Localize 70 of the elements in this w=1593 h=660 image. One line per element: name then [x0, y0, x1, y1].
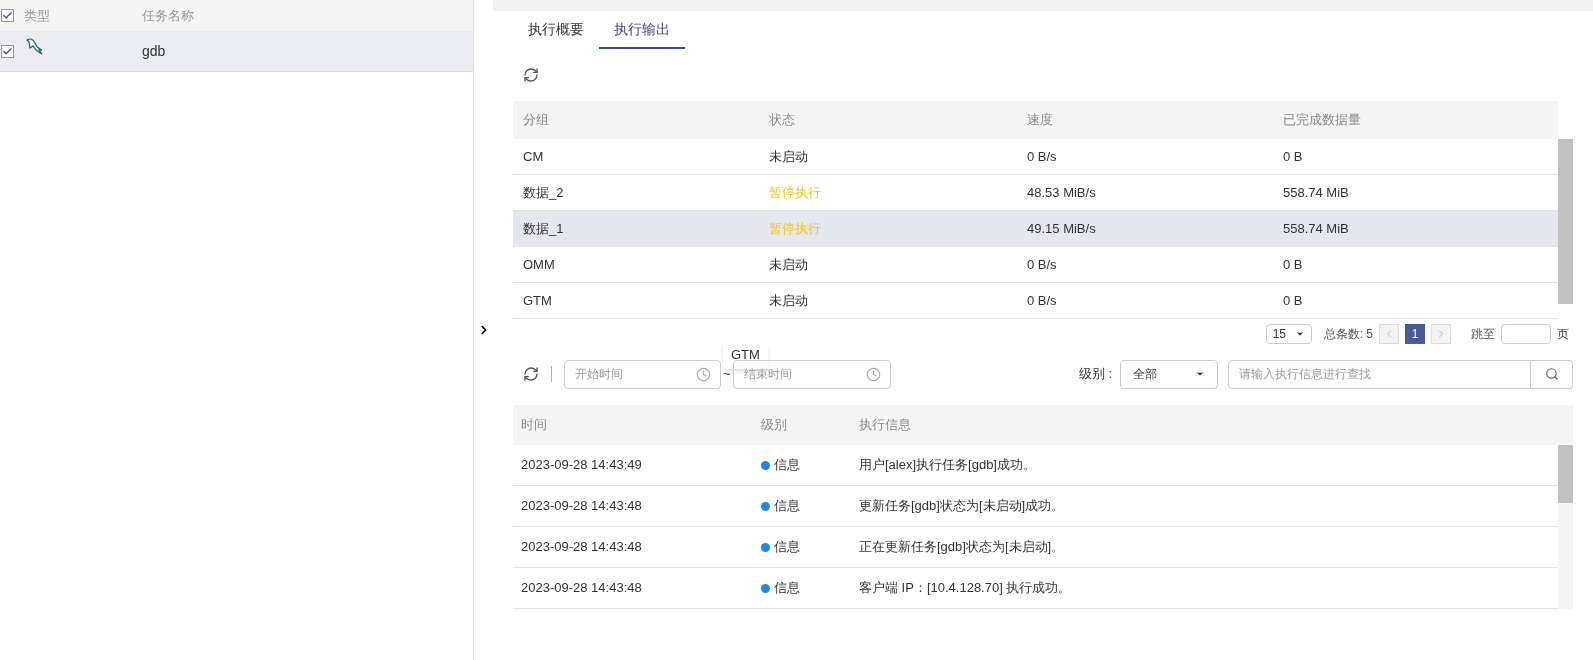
table-cell-text: 信息 [774, 538, 800, 557]
search-icon [1544, 367, 1559, 381]
tab[interactable]: 执行概要 [513, 11, 599, 49]
header-cell-text: 级别 [761, 416, 788, 435]
total-count: 总条数: 5 [1323, 326, 1373, 343]
table-cell-text: 信息 [774, 456, 800, 475]
page-unit: 页 [1557, 326, 1569, 343]
header-cell-text: 已完成数据量 [1283, 111, 1362, 130]
table-cell-text: 2023-09-28 14:43:48 [521, 497, 643, 516]
jump-label: 跳至 [1471, 326, 1495, 343]
start-time-field[interactable]: 开始时间 [564, 359, 721, 389]
status-cell-text: 未启动 [769, 291, 809, 310]
caret-icon [1195, 369, 1205, 379]
status-cell-text: 暂停执行 [769, 183, 822, 202]
scrollbar-thumb[interactable] [1558, 445, 1573, 503]
table-cell-text: 数据_1 [523, 219, 565, 238]
page-input[interactable] [1501, 324, 1551, 344]
header-cell-text: 速度 [1027, 111, 1054, 130]
tooltip: GTM [723, 341, 768, 369]
table-cell-text: OMM [523, 255, 556, 274]
table-cell-text: gdb [142, 41, 166, 61]
clock-icon [865, 366, 881, 382]
tab[interactable]: 执行输出 [599, 11, 685, 49]
table-cell-text: 2023-09-28 14:43:48 [521, 538, 643, 557]
table-cell-text: CM [523, 147, 545, 166]
search-field[interactable]: 请输入执行信息进行查找 [1228, 359, 1531, 389]
status-cell-text: 未启动 [769, 147, 809, 166]
table-cell-text: 2023-09-28 14:43:49 [521, 456, 643, 475]
table-cell-text: 数据_2 [523, 183, 565, 202]
table-cell-text: 0 B [1283, 147, 1304, 166]
end-time-field[interactable]: 结束时间 [732, 359, 891, 389]
table-cell-text: 信息 [774, 579, 800, 598]
level-select[interactable]: 全部 [1120, 359, 1218, 389]
table-cell-text: 2023-09-28 14:43:48 [521, 579, 643, 598]
header-cell-text: 执行信息 [859, 416, 912, 435]
table-cell-text: 0 B/s [1027, 255, 1058, 274]
page-size-select[interactable]: 15 [1265, 324, 1312, 344]
level-label: 级别 : [1078, 365, 1112, 384]
refresh-icon[interactable] [523, 366, 539, 382]
clock-icon [696, 366, 711, 382]
search-button[interactable] [1531, 359, 1573, 389]
table-cell-text: GTM [523, 291, 553, 310]
status-cell-text: 未启动 [769, 255, 809, 274]
status-cell-text: 暂停执行 [769, 219, 822, 238]
header-cell-text: 任务名称 [142, 6, 194, 25]
table-row[interactable]: 数据_1 暂停执行 49.15 MiB/s 558.74 MiB [513, 211, 1558, 247]
table-cell-text: 更新任务[gdb]状态为[未启动]成功。 [859, 497, 1066, 516]
table-cell-text: 正在更新任务[gdb]状态为[未启动]。 [859, 538, 1066, 557]
header-cell-text: 时间 [521, 416, 548, 435]
table-cell-text: 0 B [1283, 291, 1304, 310]
table-cell-text: 信息 [774, 497, 800, 516]
table-cell-text: 客户端 IP：[10.4.128.70] 执行成功。 [859, 579, 1073, 598]
page-button[interactable]: 1 [1405, 324, 1425, 344]
scrollbar-thumb[interactable] [1558, 139, 1573, 304]
checkbox[interactable] [1, 44, 14, 58]
table-cell-text: 0 B [1283, 255, 1304, 274]
table-cell-text: 558.74 MiB [1283, 219, 1350, 238]
table-cell-text: 49.15 MiB/s [1027, 219, 1097, 238]
task-row[interactable]: gdb [0, 31, 473, 72]
refresh-icon[interactable] [523, 67, 539, 83]
header-cell-text: 分组 [523, 111, 550, 130]
table-cell-text: 0 B/s [1027, 147, 1058, 166]
table-cell-text: 用户[alex]执行任务[gdb]成功。 [859, 456, 1037, 475]
header-cell-text: 状态 [769, 111, 796, 130]
caret-icon [1294, 329, 1305, 339]
header-cell-text: 类型 [24, 6, 51, 25]
table-cell-text: 0 B/s [1027, 291, 1058, 310]
table-cell-text: 558.74 MiB [1283, 183, 1350, 202]
table-cell-text: 48.53 MiB/s [1027, 183, 1097, 202]
checkbox[interactable] [1, 9, 14, 22]
